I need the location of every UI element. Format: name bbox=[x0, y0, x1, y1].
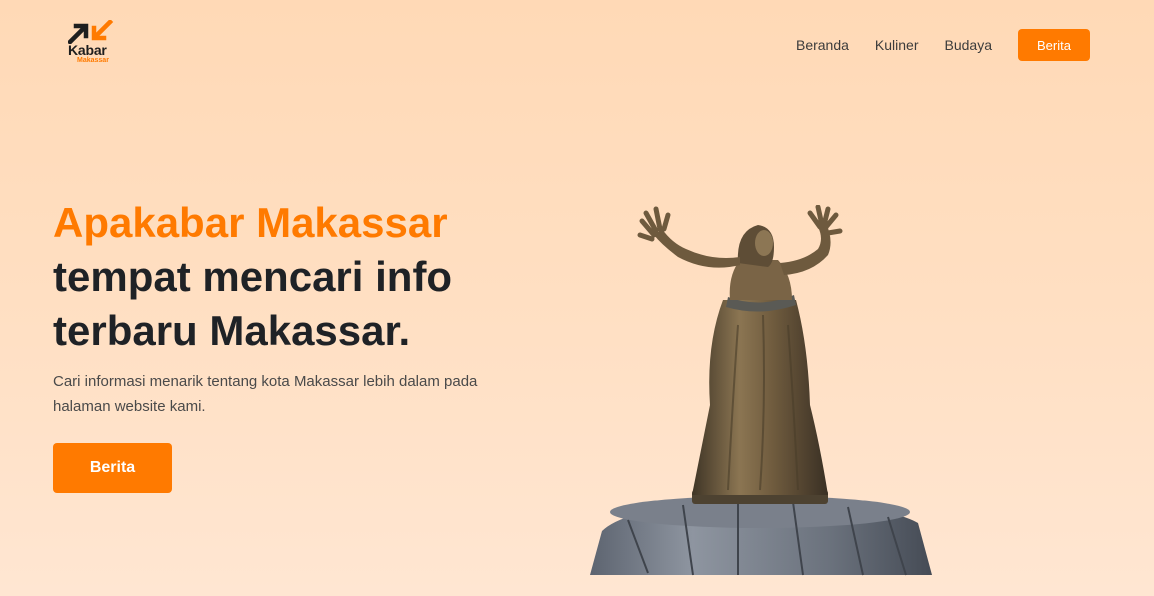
hero-berita-button[interactable]: Berita bbox=[53, 443, 172, 493]
brand-sub: Makassar bbox=[77, 57, 109, 64]
brand-name: Kabar bbox=[68, 42, 107, 58]
logo-arrows-icon bbox=[68, 20, 114, 44]
nav-link-beranda[interactable]: Beranda bbox=[796, 37, 849, 53]
navbar: Kabar Makassar Beranda Kuliner Budaya Be… bbox=[0, 0, 1154, 90]
nav-menu: Beranda Kuliner Budaya Berita bbox=[796, 29, 1090, 61]
hero-title-line-1: tempat mencari info bbox=[53, 253, 453, 300]
nav-link-kuliner[interactable]: Kuliner bbox=[875, 37, 919, 53]
nav-link-budaya[interactable]: Budaya bbox=[945, 37, 992, 53]
brand-logo[interactable]: Kabar Makassar bbox=[68, 20, 128, 68]
hero-title-line-2: terbaru Makassar. bbox=[53, 307, 411, 354]
hero-title-accent: Apakabar Makassar bbox=[53, 199, 448, 246]
hero-description: Cari informasi menarik tentang kota Maka… bbox=[53, 373, 478, 415]
hero-title: Apakabar Makassar tempat mencari info te… bbox=[53, 196, 573, 358]
statue-image bbox=[590, 205, 932, 576]
nav-berita-button[interactable]: Berita bbox=[1018, 29, 1090, 61]
